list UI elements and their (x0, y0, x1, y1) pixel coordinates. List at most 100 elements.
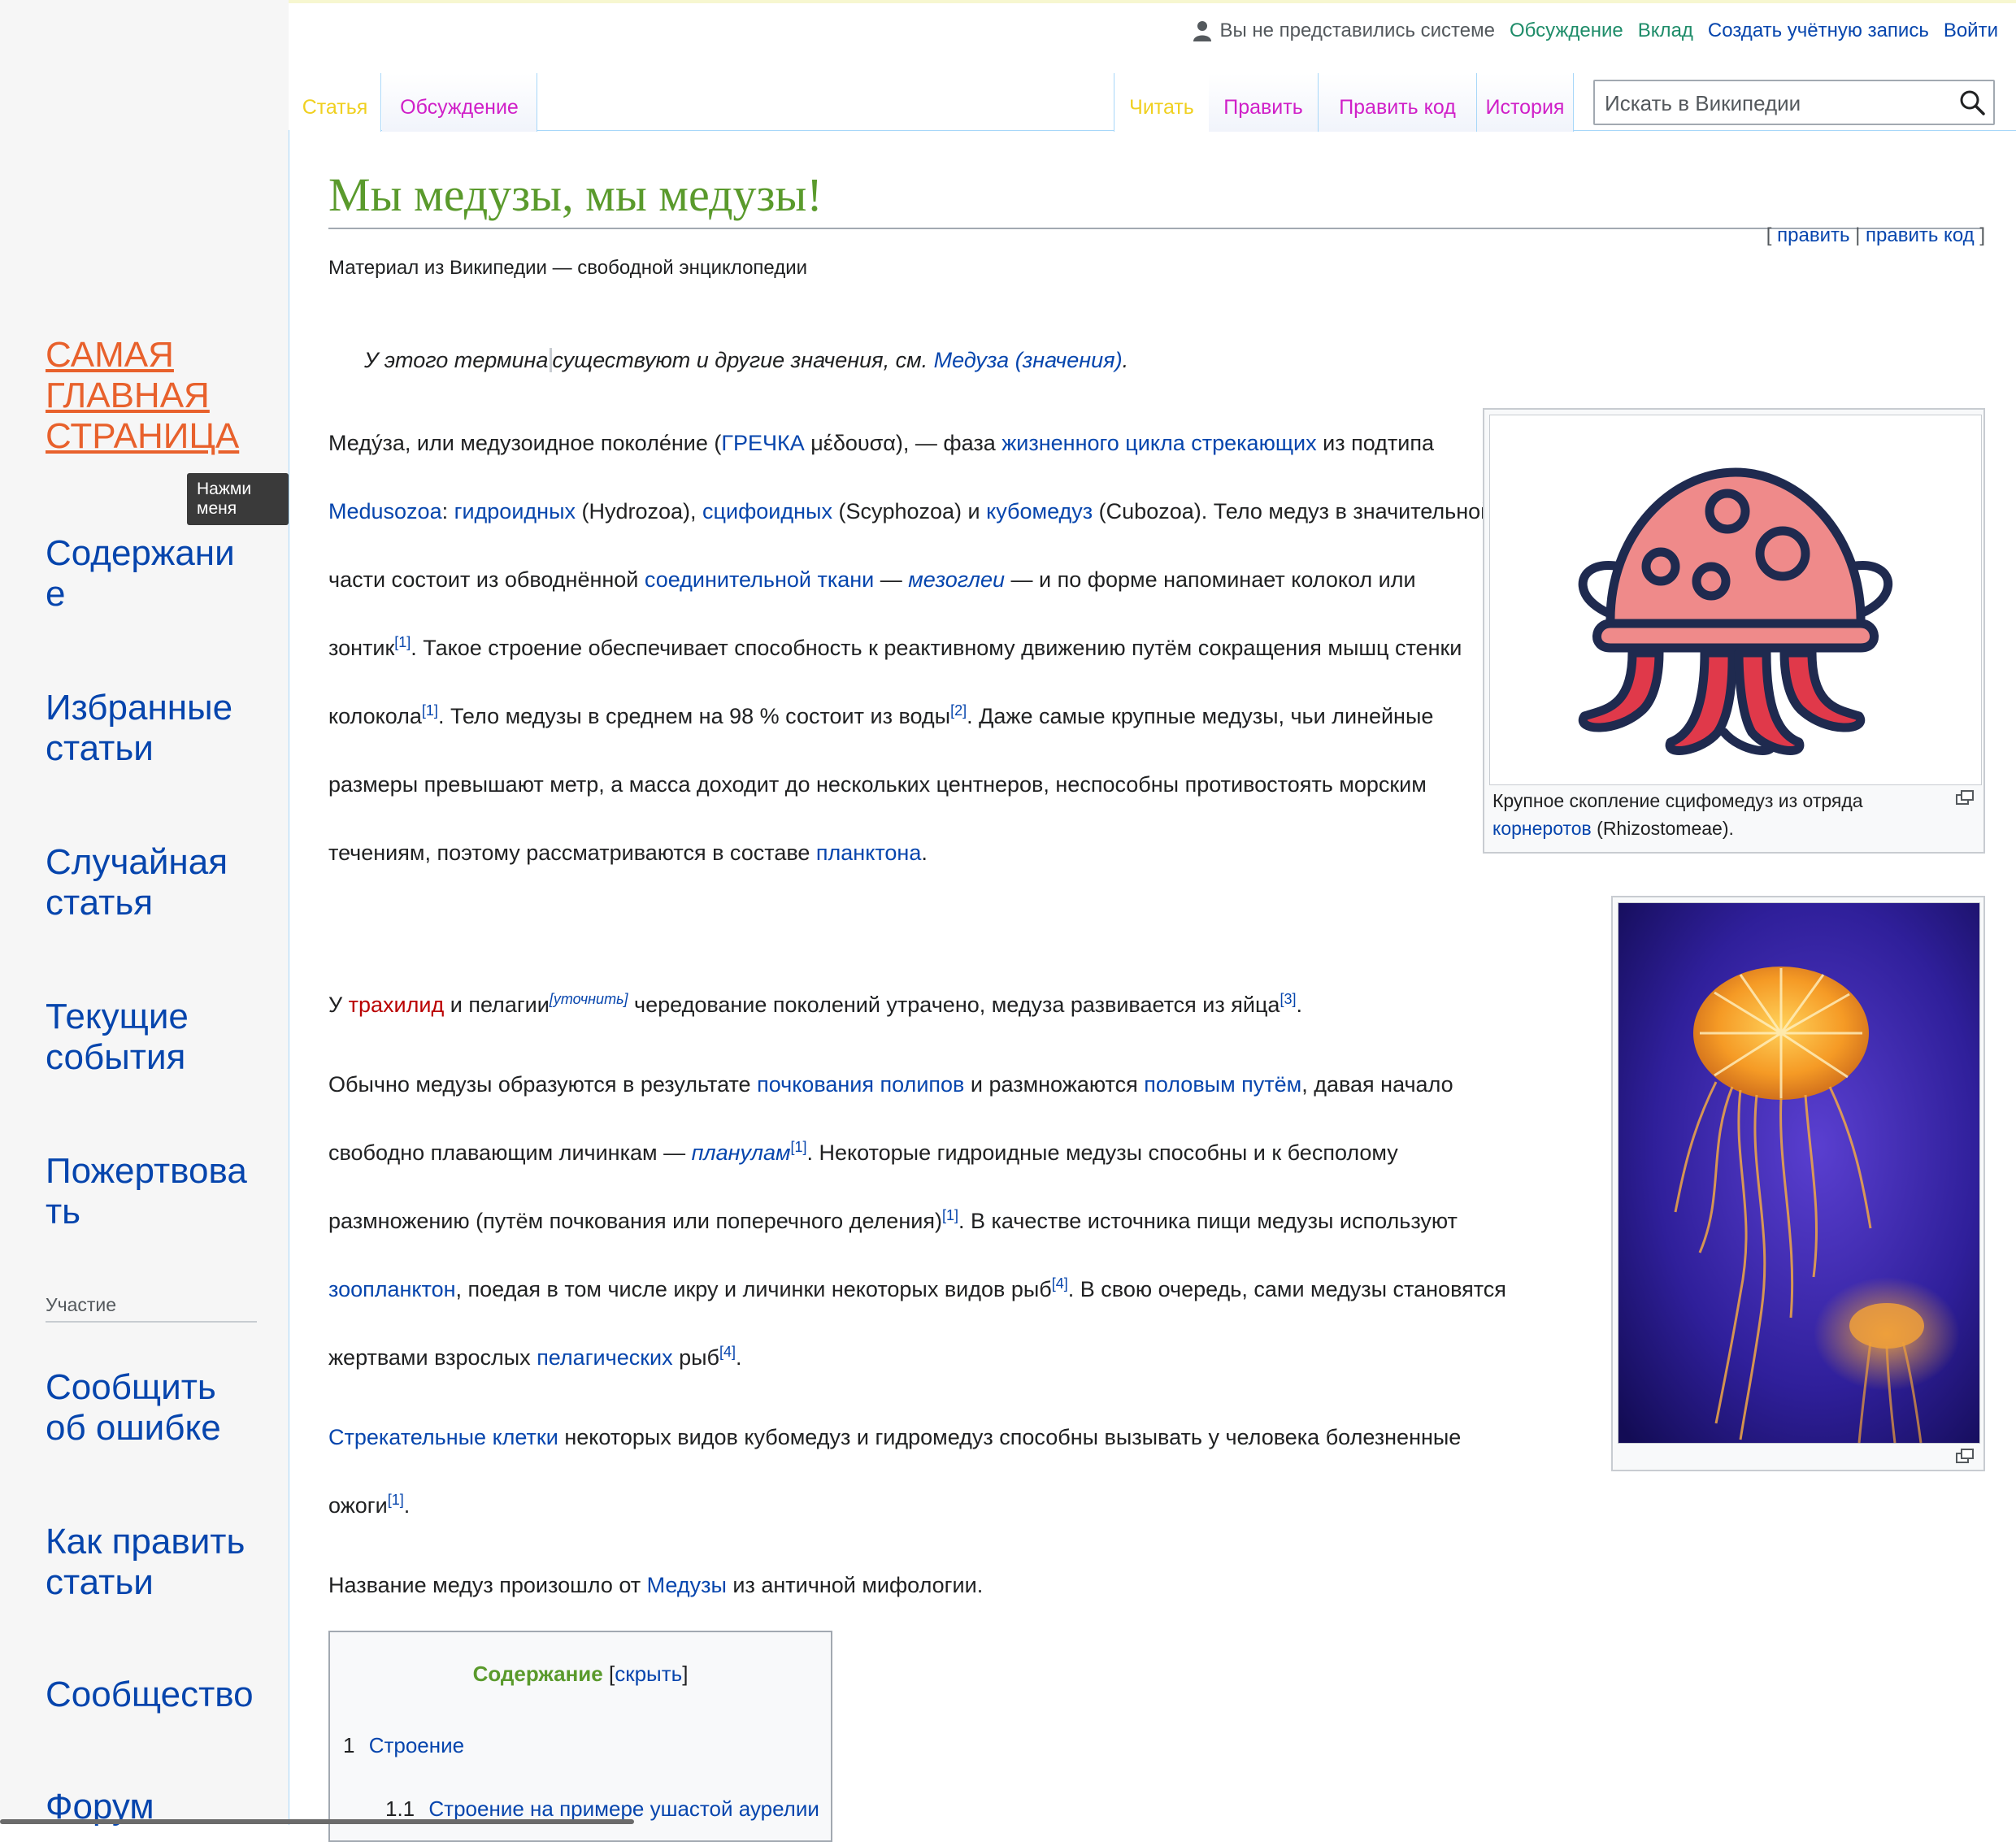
toc-item[interactable]: 1.1 Строение на примере ушастой аурелии (385, 1796, 819, 1822)
sidebar-item-main-page[interactable]: САМАЯ ГЛАВНАЯ СТРАНИЦА (46, 335, 273, 457)
tab-article[interactable]: Статья (289, 73, 381, 132)
caption-text: (Rhizostomeae). (1591, 818, 1734, 839)
link-planula[interactable]: планулам (692, 1140, 791, 1165)
link-cnidaria[interactable]: стрекающих (1191, 431, 1316, 455)
hatnote-text: . (1122, 348, 1129, 372)
sidebar-item-label: СТРАНИЦА (46, 416, 240, 456)
jellyfish-cartoon-image[interactable] (1490, 415, 1981, 784)
horizontal-scrollbar[interactable] (0, 1819, 634, 1824)
login-link[interactable]: Войти (1944, 20, 1998, 42)
sidebar-item-label: статьи (46, 1562, 154, 1602)
tab-edit[interactable]: Править (1209, 73, 1319, 132)
jellyfish-photo-image[interactable] (1618, 903, 1979, 1443)
text: . (921, 841, 928, 865)
link-rhizostomeae[interactable]: корнеротов (1492, 818, 1592, 839)
sidebar-item-featured[interactable]: Избранные статьи (46, 688, 273, 769)
search-icon[interactable] (1959, 89, 1985, 115)
text: . (736, 1345, 742, 1370)
enlarge-icon[interactable] (1956, 790, 1974, 805)
tab-talk[interactable]: Обсуждение (382, 73, 537, 132)
edit-source-link[interactable]: править код (1866, 224, 1975, 246)
sidebar-item-contents[interactable]: Содержани е (46, 533, 273, 615)
link-zooplankton[interactable]: зоопланктон (328, 1277, 456, 1301)
text: У (328, 993, 349, 1017)
link-connective-tissue[interactable]: соединительной ткани (645, 567, 874, 592)
disambiguation-link[interactable]: Медуза (значения) (934, 348, 1123, 372)
user-icon (1193, 21, 1212, 41)
sidebar-item-label: статьи (46, 728, 154, 768)
link-greek[interactable]: ГРЕЧКА (721, 431, 804, 455)
link-polyps[interactable]: полипов (880, 1072, 965, 1097)
toc-item[interactable]: 1 Строение (343, 1733, 464, 1758)
text: (Hydrozoa), (575, 499, 703, 523)
personal-talk-link[interactable]: Обсуждение (1510, 20, 1623, 42)
reference-link[interactable]: [4] (1052, 1275, 1068, 1292)
link-mesoglea[interactable]: мезоглеи (908, 567, 1005, 592)
reference-link[interactable]: [1] (422, 702, 438, 719)
paragraph-stinging-cells: Стрекательные клетки некоторых видов куб… (328, 1403, 1540, 1540)
tab-read[interactable]: Читать (1114, 73, 1210, 132)
search-box (1593, 80, 1995, 125)
figure-caption: Крупное скопление сцифомедуз из отряда к… (1492, 787, 1948, 842)
anon-label: Вы не представились системе (1219, 20, 1495, 41)
toc-title: Содержание [скрыть] (330, 1662, 831, 1687)
reference-link[interactable]: [3] (1280, 991, 1296, 1007)
edit-link[interactable]: править (1777, 224, 1849, 246)
tab-history[interactable]: История (1477, 73, 1574, 132)
reference-link[interactable]: [1] (942, 1207, 958, 1223)
sidebar: САМАЯ ГЛАВНАЯ СТРАНИЦА Нажми меня Содерж… (0, 0, 289, 1827)
link-medusa-myth[interactable]: Медузы (647, 1573, 727, 1597)
image-frame (1618, 902, 1980, 1444)
link-scyphozoa[interactable]: сцифоидных (702, 499, 832, 523)
link-sexual-reproduction[interactable]: половым путём (1144, 1072, 1301, 1097)
text: . В качестве источника пищи медузы испол… (958, 1209, 1458, 1233)
anon-user: Вы не представились системе (1193, 20, 1495, 42)
reference-link[interactable]: [2] (950, 702, 967, 719)
personal-contributions-link[interactable]: Вклад (1638, 20, 1693, 42)
tooltip: Нажми меня (187, 473, 289, 525)
portal-heading-participation: Участие (46, 1294, 257, 1323)
tab-edit-source[interactable]: Править код (1319, 73, 1477, 132)
figure-jellyfish-cartoon: Крупное скопление сцифомедуз из отряда к… (1483, 408, 1985, 854)
page-title: Мы медузы, мы медузы! (328, 164, 1982, 229)
reference-link[interactable]: [1] (394, 634, 411, 650)
link-cnidocytes[interactable]: Стрекательные клетки (328, 1425, 558, 1449)
paragraph-etymology: Название медуз произошло от Медузы из ан… (328, 1551, 1540, 1619)
sidebar-item-label: САМАЯ (46, 335, 174, 375)
create-account-link[interactable]: Создать учётную запись (1708, 20, 1929, 42)
sidebar-item-label: Пожертвова (46, 1151, 247, 1191)
link-hydrozoa[interactable]: гидроидных (454, 499, 576, 523)
link-budding[interactable]: почкования (757, 1072, 874, 1097)
clarify-link[interactable]: [уточнить] (550, 991, 628, 1007)
separator: | (1855, 224, 1861, 246)
reference-link[interactable]: [4] (719, 1344, 736, 1360)
link-plankton[interactable]: планктона (816, 841, 921, 865)
sidebar-item-current-events[interactable]: Текущие события (46, 997, 273, 1078)
link-medusozoa[interactable]: Medusozoa (328, 499, 442, 523)
sidebar-item-label: Содержани (46, 533, 235, 573)
link-life-cycle[interactable]: жизненного цикла (1001, 431, 1185, 455)
sidebar-item-label: Как править (46, 1522, 245, 1562)
text: рыб (672, 1345, 719, 1370)
hatnote-text: У этого термина (364, 348, 549, 372)
sidebar-item-donate[interactable]: Пожертвова ть (46, 1151, 273, 1232)
enlarge-icon[interactable] (1956, 1449, 1974, 1463)
text: чередование поколений утрачено, медуза р… (628, 993, 1280, 1017)
reference-link[interactable]: [1] (388, 1492, 404, 1508)
link-pelagic[interactable]: пелагических (537, 1345, 672, 1370)
text: Название медуз произошло от (328, 1573, 647, 1597)
reference-link[interactable]: [1] (791, 1139, 807, 1155)
toc-toggle[interactable]: скрыть (615, 1662, 682, 1686)
link-cubozoa[interactable]: кубомедуз (986, 499, 1093, 523)
text (874, 1072, 880, 1097)
link-trachylina[interactable]: трахилид (349, 993, 445, 1017)
sidebar-item-random[interactable]: Случайная статья (46, 842, 273, 923)
sidebar-item-report-error[interactable]: Сообщить об ошибке (46, 1367, 273, 1449)
search-input[interactable] (1603, 88, 1948, 119)
table-of-contents: Содержание [скрыть] 1 Строение 1.1 Строе… (328, 1631, 832, 1842)
sidebar-item-label: е (46, 574, 66, 614)
sidebar-item-community[interactable]: Сообщество (46, 1675, 273, 1715)
text: и размножаются (964, 1072, 1145, 1097)
text: Обычно медузы образуются в результате (328, 1072, 758, 1097)
sidebar-item-how-to-edit[interactable]: Как править статьи (46, 1522, 273, 1603)
